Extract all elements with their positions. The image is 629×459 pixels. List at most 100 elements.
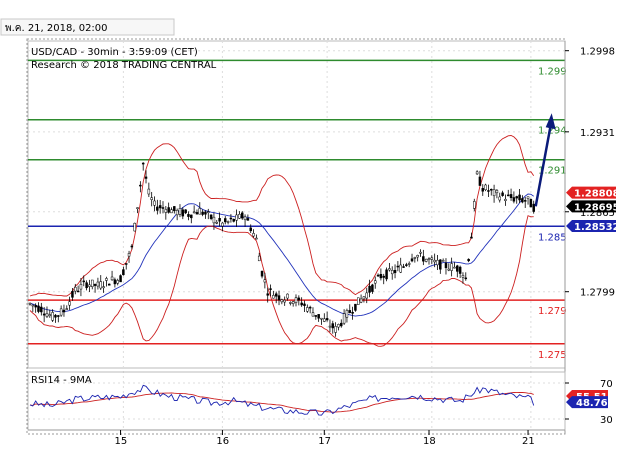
candle-body — [308, 306, 312, 309]
candle-body — [504, 198, 507, 201]
candle-body — [490, 188, 493, 191]
candle-body — [156, 206, 159, 211]
candle-body — [40, 306, 43, 313]
chart-subtitle: Research © 2018 TRADING CENTRAL — [31, 60, 217, 71]
candle-body — [274, 293, 278, 297]
candle-body — [280, 299, 284, 303]
candle-body — [427, 258, 431, 260]
candle-body — [269, 288, 272, 290]
candle-body — [130, 245, 134, 248]
candle-body — [31, 304, 35, 307]
candle-body — [306, 307, 309, 312]
candle-body — [526, 196, 530, 199]
candle-body — [311, 312, 315, 317]
date-header: พ.ค. 21, 2018, 02:00 — [5, 23, 108, 34]
candle-body — [501, 192, 504, 196]
candle-body — [475, 171, 479, 175]
candle-body — [28, 302, 32, 305]
candle-body — [255, 237, 258, 240]
candle-body — [405, 264, 408, 266]
candle-body — [289, 302, 292, 304]
candle-body — [320, 317, 323, 320]
candle-body — [136, 207, 139, 210]
candle-body — [444, 262, 448, 269]
candle-body — [481, 188, 485, 192]
candle-body — [368, 285, 371, 293]
candle-body — [512, 197, 516, 202]
candle-body — [342, 313, 346, 324]
candle-body — [93, 283, 97, 286]
candle-body — [348, 310, 352, 313]
x-tick-label: 16 — [216, 436, 229, 447]
candle-body — [82, 280, 86, 283]
candle-body — [107, 283, 111, 286]
candle-body — [495, 190, 499, 194]
level-label: 1.285 — [538, 232, 567, 243]
candle-body — [317, 314, 320, 319]
candle-body — [385, 269, 388, 280]
candle-body — [325, 318, 329, 321]
rsi-tick-label: 70 — [600, 379, 613, 390]
candle-body — [456, 265, 459, 272]
candle-body — [238, 214, 241, 219]
candle-body — [252, 233, 255, 237]
x-tick-label: 17 — [318, 436, 331, 447]
candle-body — [147, 188, 151, 195]
candle-body — [263, 279, 267, 283]
candle-body — [71, 290, 74, 298]
candle-body — [42, 313, 46, 316]
candle-body — [283, 299, 286, 303]
candle-body — [226, 221, 230, 223]
candle-body — [164, 209, 168, 213]
candle-body — [249, 227, 252, 232]
candle-body — [96, 281, 100, 287]
candle-body — [461, 275, 465, 278]
candle-body — [509, 194, 513, 199]
candle-body — [133, 222, 136, 232]
candle-body — [198, 208, 202, 215]
candle-body — [470, 236, 473, 239]
candle-body — [376, 274, 380, 277]
candle-body — [300, 302, 303, 306]
candle-body — [57, 315, 60, 317]
candle-body — [122, 269, 125, 276]
x-tick-label: 21 — [522, 436, 535, 447]
candle-body — [99, 281, 102, 289]
level-label: 1.279 — [538, 306, 567, 317]
candle-body — [68, 301, 71, 306]
candle-body — [467, 258, 470, 262]
price-tag-upper: 1.28808 — [574, 189, 620, 200]
candle-body — [473, 201, 476, 209]
candle-body — [337, 324, 340, 328]
candle-body — [158, 205, 162, 209]
candle-body — [105, 278, 108, 281]
x-tick-label: 15 — [115, 436, 128, 447]
candle-body — [441, 260, 445, 262]
candle-body — [422, 256, 425, 262]
candle-body — [286, 293, 289, 299]
candle-body — [314, 315, 318, 317]
candle-body — [407, 263, 411, 265]
candle-body — [294, 297, 298, 303]
candle-body — [515, 196, 518, 199]
candle-body — [161, 207, 165, 209]
candle-body — [34, 305, 37, 308]
candle-body — [235, 214, 238, 221]
rsi-tick-label: 30 — [600, 415, 613, 426]
candle-body — [371, 284, 374, 292]
candle-body — [54, 314, 57, 318]
price-axis: 1.29981.29311.28651.2799 — [565, 47, 615, 299]
candle-body — [266, 293, 269, 296]
candle-body — [484, 184, 487, 190]
candle-body — [492, 189, 496, 197]
candle-body — [190, 214, 193, 219]
candle-body — [354, 303, 357, 311]
candle-body — [207, 211, 210, 213]
candle-body — [393, 269, 397, 274]
candle-body — [204, 211, 207, 215]
candle-body — [464, 277, 468, 280]
candle-body — [345, 310, 349, 318]
candle-body — [419, 251, 422, 254]
candle-body — [410, 258, 414, 262]
candle-body — [257, 255, 261, 262]
